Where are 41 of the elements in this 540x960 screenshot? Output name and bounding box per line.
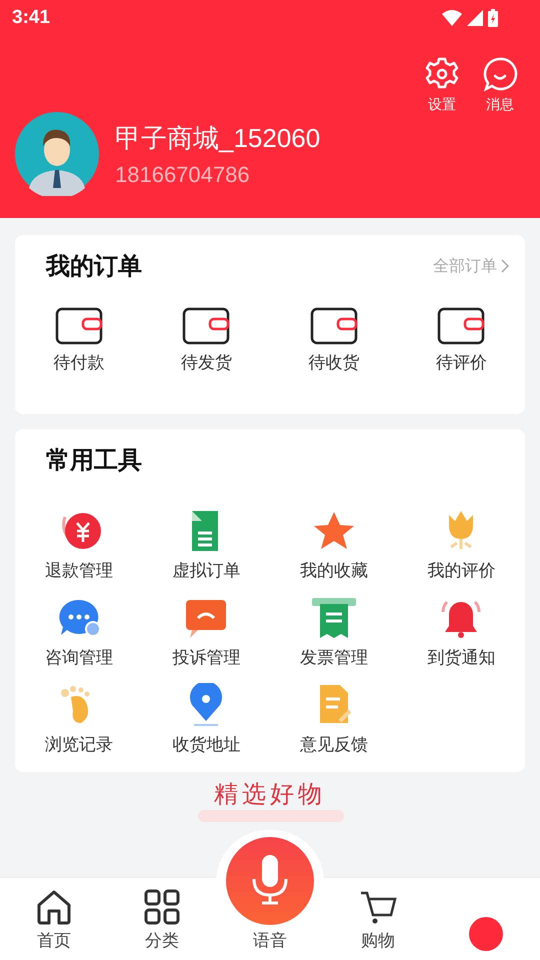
tool-button[interactable]: 咨询管理 bbox=[15, 596, 142, 669]
tool-button[interactable]: 我的收藏 bbox=[270, 509, 398, 582]
wifi-icon bbox=[442, 10, 462, 26]
tool-button[interactable]: 投诉管理 bbox=[142, 596, 270, 669]
settings-button[interactable]: 设置 bbox=[424, 56, 460, 114]
tab[interactable]: 分类 bbox=[108, 878, 216, 960]
tool-button[interactable]: 意见反馈 bbox=[270, 683, 398, 756]
battery-icon bbox=[488, 9, 498, 27]
order-status-button[interactable]: 待收货 bbox=[270, 307, 398, 374]
tool-button[interactable]: 退款管理 bbox=[15, 509, 142, 582]
tool-button[interactable]: 虚拟订单 bbox=[142, 509, 270, 582]
tool-button[interactable]: 到货通知 bbox=[398, 596, 525, 669]
phone-number: 18166704786 bbox=[115, 162, 251, 188]
tool-button[interactable]: 收货地址 bbox=[142, 683, 270, 756]
section-title: 我的订单 bbox=[46, 251, 142, 282]
status-time: 3:41 bbox=[12, 7, 50, 29]
order-status-button[interactable]: 待付款 bbox=[15, 307, 142, 374]
section-heading: 精选好物 bbox=[214, 780, 326, 809]
grid-icon bbox=[143, 889, 181, 925]
wallet-icon bbox=[182, 307, 230, 345]
receipt-icon bbox=[310, 596, 358, 640]
tool-button[interactable]: 我的评价 bbox=[398, 509, 525, 582]
chat-bubble-icon bbox=[482, 56, 518, 92]
chevron-right-icon bbox=[501, 259, 509, 273]
cart-icon bbox=[359, 889, 397, 925]
messages-button[interactable]: 消息 bbox=[482, 56, 518, 114]
tab[interactable]: 购物 bbox=[324, 878, 432, 960]
wallet-icon bbox=[310, 307, 358, 345]
username: 甲子商城_152060 bbox=[115, 122, 320, 154]
tool-button[interactable]: 发票管理 bbox=[270, 596, 398, 669]
section-title: 常用工具 bbox=[46, 445, 142, 476]
wallet-icon bbox=[437, 307, 486, 345]
signal-icon bbox=[467, 10, 483, 26]
order-status-button[interactable]: 待发货 bbox=[142, 307, 270, 374]
tool-button[interactable]: 浏览记录 bbox=[15, 683, 142, 756]
order-status-button[interactable]: 待评价 bbox=[398, 307, 525, 374]
home-icon bbox=[35, 889, 73, 925]
wallet-icon bbox=[54, 307, 103, 345]
microphone-icon bbox=[226, 837, 314, 925]
tab[interactable]: 首页 bbox=[0, 878, 108, 960]
profile-dot-icon bbox=[467, 916, 505, 952]
